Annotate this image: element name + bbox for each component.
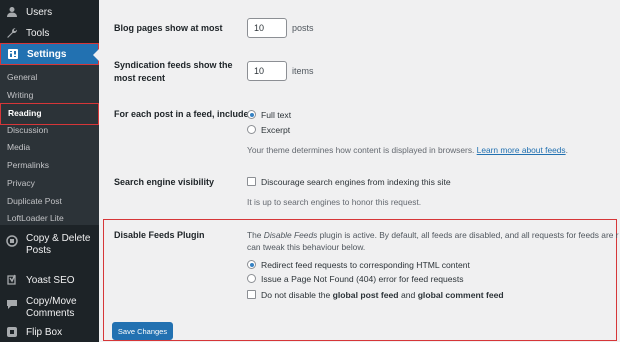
blog-pages-input[interactable] [247,18,287,38]
reading-settings-form: Blog pages show at most posts Syndicatio… [99,0,620,342]
sidebar-item-label: Tools [26,27,50,39]
not-found-radio[interactable] [247,274,256,283]
comments-icon [6,298,18,310]
blog-pages-suffix: posts [292,23,314,33]
desc-prefix: The [247,230,264,240]
sidebar-item-tools[interactable]: Tools [0,23,99,43]
redirect-feed-radio[interactable] [247,260,256,269]
sidebar-item-label: Copy & Delete [26,233,91,244]
search-visibility-description: It is up to search engines to honor this… [247,197,422,207]
checkbox-mid: and [398,290,418,300]
settings-icon [7,48,19,60]
wrench-icon [6,27,18,39]
settings-submenu: General Writing Reading Discussion Media… [0,65,99,225]
redirect-feed-label[interactable]: Redirect feed requests to corresponding … [261,260,470,270]
disable-feeds-label: Disable Feeds Plugin [114,230,205,240]
flipbox-icon [6,326,18,338]
desc-rest: plugin is active. By default, all feeds … [317,230,619,240]
desc-plugin-name: Disable Feeds [263,230,318,240]
discourage-search-checkbox[interactable] [247,177,256,186]
sidebar-item-copy-delete-posts[interactable]: Copy & Delete Posts [0,233,99,265]
submenu-privacy[interactable]: Privacy [0,174,99,192]
disable-feeds-description: The Disable Feeds plugin is active. By d… [247,230,619,240]
users-icon [6,6,18,18]
keep-global-feeds-label[interactable]: Do not disable the global post feed and … [261,290,504,300]
sidebar-item-label: Settings [27,48,67,60]
search-visibility-label: Search engine visibility [114,177,215,187]
keep-global-feeds-checkbox[interactable] [247,290,256,299]
yoast-icon [6,274,18,286]
excerpt-label[interactable]: Excerpt [261,125,290,135]
submenu-discussion[interactable]: Discussion [0,121,99,139]
full-text-label[interactable]: Full text [261,110,291,120]
sidebar-item-settings[interactable]: Settings [0,43,99,65]
full-text-radio[interactable] [247,110,256,119]
sidebar-item-flip-box[interactable]: Flip Box [0,322,99,342]
disable-feeds-description-line2: can tweak this behaviour below. [247,242,366,252]
learn-more-feeds-link[interactable]: Learn more about feeds [477,145,566,155]
sidebar-item-label: Users [26,6,53,18]
feed-description: Your theme determines how content is dis… [247,145,568,155]
syndication-label-line1: Syndication feeds show the [114,60,233,70]
not-found-label[interactable]: Issue a Page Not Found (404) error for f… [261,274,464,284]
submenu-writing[interactable]: Writing [0,86,99,104]
sidebar-item-label: Posts [26,245,52,256]
blog-pages-label: Blog pages show at most [114,23,223,33]
syndication-input[interactable] [247,61,287,81]
admin-sidebar: Users Tools Settings General Writing Rea… [0,0,99,342]
submenu-media[interactable]: Media [0,138,99,156]
syndication-label: Syndication feeds show the most recent [114,59,233,85]
global-comment-feed-text: global comment feed [417,290,504,300]
syndication-label-line2: most recent [114,73,166,83]
sidebar-item-yoast[interactable]: Yoast SEO [0,270,99,290]
submenu-general[interactable]: General [0,68,99,86]
feed-content-label: For each post in a feed, include [114,109,249,119]
submenu-duplicate-post[interactable]: Duplicate Post [0,192,99,210]
global-post-feed-text: global post feed [332,290,399,300]
submenu-loftloader[interactable]: LoftLoader Lite [0,209,99,227]
copy-icon [6,235,18,247]
excerpt-radio[interactable] [247,125,256,134]
sidebar-item-label: Flip Box [26,326,63,338]
sidebar-item-label: Comments [26,308,75,319]
discourage-search-label[interactable]: Discourage search engines from indexing … [261,177,451,187]
syndication-suffix: items [292,66,314,76]
sidebar-item-users[interactable]: Users [0,2,99,22]
feed-description-text: Your theme determines how content is dis… [247,145,475,155]
save-changes-button[interactable]: Save Changes [112,322,173,340]
sidebar-item-label: Yoast SEO [26,274,75,286]
submenu-permalinks[interactable]: Permalinks [0,156,99,174]
checkbox-prefix: Do not disable the [261,290,333,300]
sidebar-item-label: Copy/Move [26,296,77,307]
